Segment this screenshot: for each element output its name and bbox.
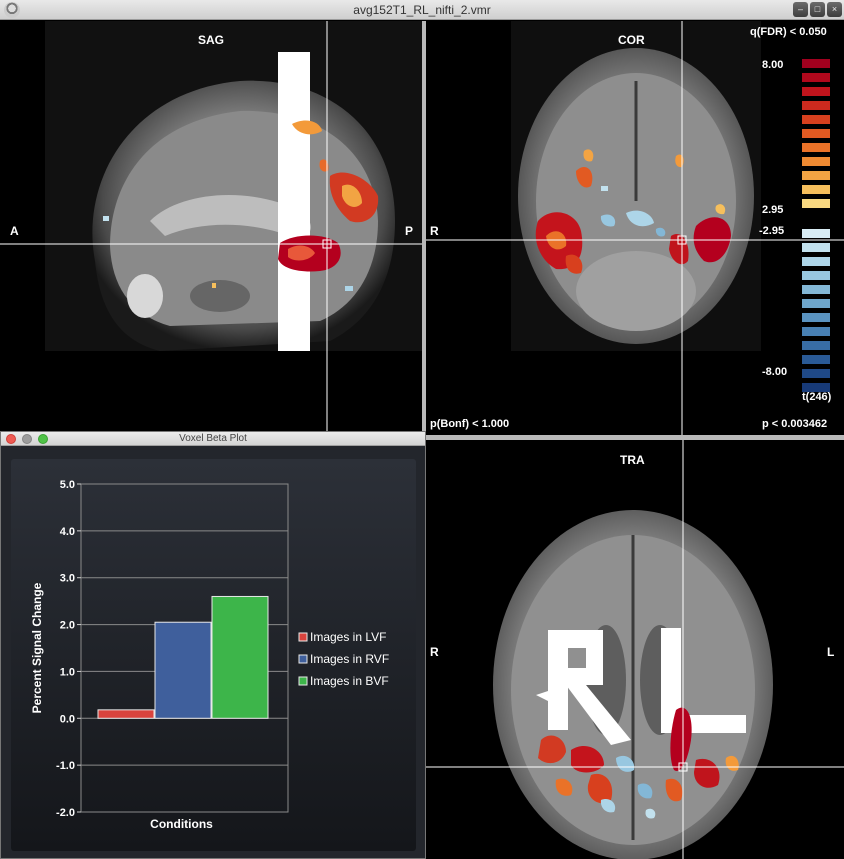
beta-plot-area: -2.0 -1.0 0.0 1.0 2.0 3.0 4.0 5.0 Percent Signal…	[11, 459, 416, 851]
colorbar-swatch-negative	[802, 327, 830, 336]
minimize-icon[interactable]: –	[793, 2, 808, 17]
sag-anterior-label: A	[10, 224, 19, 238]
colorbar-swatch-negative	[802, 369, 830, 378]
colorbar-swatch-negative	[802, 355, 830, 364]
tra-left-label: L	[827, 645, 835, 659]
colorbar-stat-label: t(246)	[802, 391, 832, 403]
y-tick-label: 0.0	[60, 713, 75, 725]
sagittal-slice-image	[0, 21, 422, 431]
legend-label-3: Images in BVF	[310, 674, 389, 688]
sag-posterior-label: P	[405, 224, 414, 238]
close-icon[interactable]: ×	[827, 2, 842, 17]
bar-2	[154, 621, 212, 719]
bar-3	[211, 595, 269, 719]
y-tick-label: 4.0	[60, 526, 75, 538]
x-axis-label: Conditions	[150, 817, 213, 831]
colorbar-swatch-positive	[802, 157, 830, 166]
legend-swatch-2	[298, 654, 308, 664]
transversal-slice-image	[426, 440, 844, 859]
y-tick-label: -1.0	[56, 760, 75, 772]
colorbar-swatch-positive	[802, 129, 830, 138]
colorbar-swatch-negative	[802, 313, 830, 322]
y-tick-label: -2.0	[56, 807, 75, 819]
colorbar-pos-min: 2.95	[762, 204, 784, 216]
legend-swatch-3	[298, 676, 308, 686]
tra-view-title: TRA	[620, 453, 645, 467]
colorbar-swatch-positive	[802, 199, 830, 208]
y-tick-label: 5.0	[60, 479, 75, 491]
colorbar-swatch-negative	[802, 257, 830, 266]
y-tick-label: 2.0	[60, 620, 75, 632]
tra-right-label: R	[430, 645, 439, 659]
colorbar-swatch-positive	[802, 185, 830, 194]
colorbar-pos-max: 8.00	[762, 59, 784, 71]
colorbar-swatch-positive	[802, 59, 830, 68]
transversal-view[interactable]: TRA R L	[426, 440, 844, 859]
colorbar-swatch-positive	[802, 87, 830, 96]
colorbar-swatch-positive	[802, 73, 830, 82]
y-axis-label: Percent Signal Change	[30, 582, 44, 713]
colorbar-swatch-positive	[802, 143, 830, 152]
legend-label-1: Images in LVF	[310, 630, 386, 644]
colorbar-swatch-negative	[802, 299, 830, 308]
colorbar-swatch-negative	[802, 285, 830, 294]
beta-bar-chart: -2.0 -1.0 0.0 1.0 2.0 3.0 4.0 5.0 Percent Signal…	[30, 479, 389, 831]
coronal-view[interactable]: COR R q(FDR) < 0.050 8.00 2.95 -2.95 -8.…	[426, 21, 844, 435]
window-titlebar[interactable]: avg152T1_RL_nifti_2.vmr – □ ×	[0, 0, 844, 20]
colorbar-neg-min: -2.95	[759, 225, 785, 237]
colorbar-swatch-negative	[802, 243, 830, 252]
colorbar-swatch-positive	[802, 171, 830, 180]
maximize-icon[interactable]: □	[810, 2, 825, 17]
y-tick-label: 3.0	[60, 573, 75, 585]
colorbar-swatch-negative	[802, 271, 830, 280]
colorbar-swatch-positive	[802, 101, 830, 110]
beta-plot-title: Voxel Beta Plot	[179, 433, 247, 444]
legend-label-2: Images in RVF	[310, 652, 389, 666]
cor-view-title: COR	[618, 33, 645, 47]
colorbar-swatch-negative	[802, 341, 830, 350]
colorbar-swatch-positive	[802, 115, 830, 124]
colorbar-neg-max: -8.00	[762, 366, 788, 378]
legend-swatch-1	[298, 632, 308, 642]
fdr-threshold-label: q(FDR) < 0.050	[750, 26, 827, 38]
window-title: avg152T1_RL_nifti_2.vmr	[353, 3, 491, 17]
beta-plot-titlebar[interactable]: Voxel Beta Plot	[1, 432, 425, 446]
cor-right-label: R	[430, 224, 439, 238]
bonferroni-label: p(Bonf) < 1.000	[430, 418, 510, 430]
voxel-beta-plot-window[interactable]: Voxel Beta Plot -2.0 -1.0 0.0 1.0 2.0 3.0 4.0 5…	[0, 431, 426, 859]
sagittal-view[interactable]: SAG A P	[0, 21, 422, 431]
y-tick-label: 1.0	[60, 666, 75, 678]
colorbar-swatch-negative	[802, 229, 830, 238]
p-value-label: p < 0.003462	[762, 418, 828, 430]
sag-view-title: SAG	[198, 33, 225, 47]
bar-1	[97, 709, 155, 719]
